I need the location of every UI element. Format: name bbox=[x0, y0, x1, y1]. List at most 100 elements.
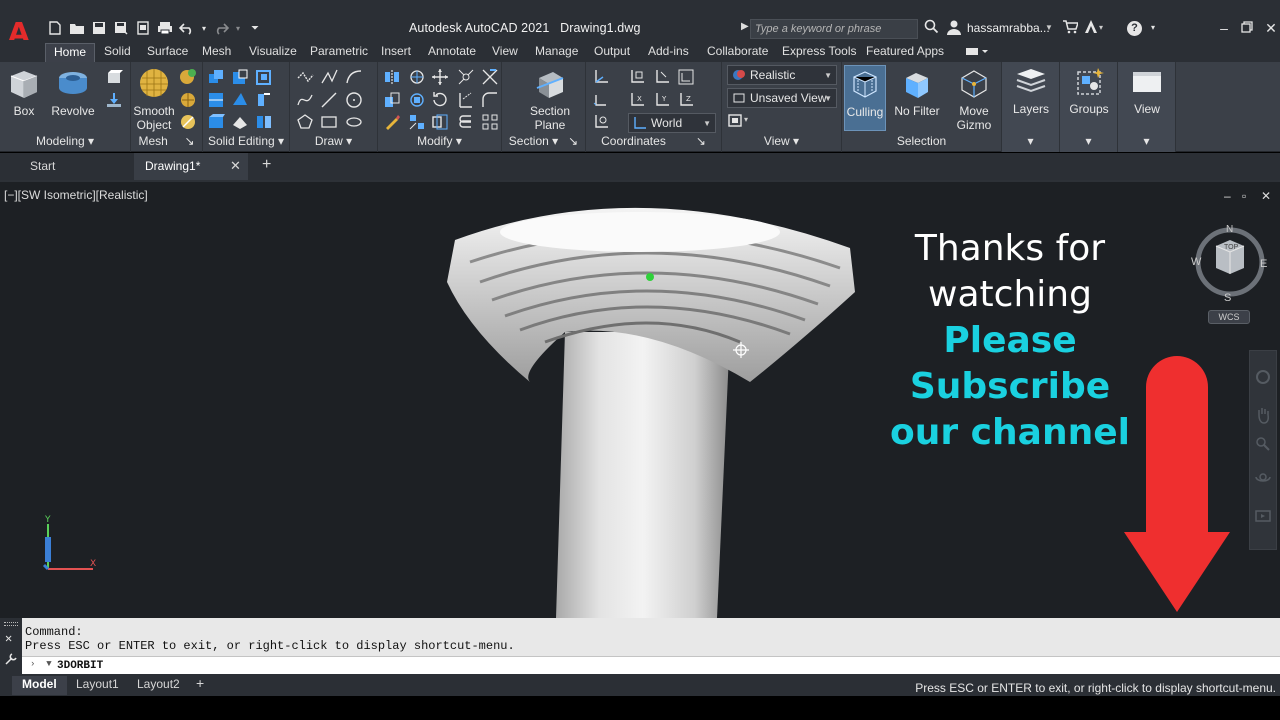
slice-icon[interactable] bbox=[255, 68, 273, 86]
culling-button[interactable]: Culling bbox=[844, 65, 886, 131]
view-dropdown-icon[interactable]: ▾ bbox=[1118, 134, 1175, 150]
help-icon[interactable]: ? bbox=[1127, 21, 1142, 36]
user-name[interactable]: hassamrabba... bbox=[967, 21, 1050, 35]
pan-icon[interactable] bbox=[1255, 406, 1271, 427]
viewcube-top-label[interactable]: TOP bbox=[1224, 244, 1238, 251]
box-button[interactable]: Box bbox=[4, 68, 44, 118]
undo-icon[interactable] bbox=[178, 19, 196, 37]
viewport-maximize-icon[interactable]: ▫ bbox=[1242, 189, 1246, 203]
layers-dropdown-icon[interactable]: ▾ bbox=[1002, 134, 1059, 150]
group-label-draw[interactable]: Draw ▾ bbox=[290, 134, 377, 150]
viewcube-east-label[interactable]: E bbox=[1260, 258, 1267, 270]
viewport-config-icon[interactable] bbox=[727, 112, 745, 130]
copy-icon[interactable] bbox=[383, 91, 401, 109]
trim-icon[interactable] bbox=[457, 91, 475, 109]
groups-button[interactable]: Groups bbox=[1066, 66, 1112, 116]
tab-annotate[interactable]: Annotate bbox=[428, 43, 476, 62]
ucs-world-select[interactable]: World ▼ bbox=[628, 113, 716, 133]
tab-mesh[interactable]: Mesh bbox=[202, 43, 231, 62]
command-close-icon[interactable]: ✕ bbox=[5, 631, 12, 646]
rectangle-icon[interactable] bbox=[320, 113, 338, 131]
ucs-world-icon[interactable] bbox=[592, 91, 610, 109]
orbit-icon[interactable] bbox=[1255, 469, 1271, 488]
offset-icon[interactable] bbox=[457, 113, 475, 131]
circle-icon[interactable] bbox=[345, 91, 363, 109]
open-web-icon[interactable] bbox=[134, 19, 152, 37]
tab-visualize[interactable]: Visualize bbox=[249, 43, 297, 62]
union-icon[interactable] bbox=[207, 68, 225, 86]
recent-commands-icon[interactable]: › ▼ bbox=[30, 659, 52, 669]
viewport-minimize-icon[interactable]: – bbox=[1224, 189, 1231, 203]
subtract-icon[interactable] bbox=[231, 68, 249, 86]
array-icon[interactable] bbox=[408, 113, 426, 131]
autodesk-account-icon[interactable]: ▾ bbox=[1084, 19, 1106, 37]
tab-add-ins[interactable]: Add-ins bbox=[648, 43, 689, 62]
tab-collaborate[interactable]: Collaborate bbox=[707, 43, 768, 62]
ucs-y-icon[interactable]: Y bbox=[653, 91, 671, 109]
tab-home[interactable]: Home bbox=[45, 43, 96, 62]
minimize-icon[interactable]: – bbox=[1216, 20, 1232, 36]
command-input[interactable]: › ▼ 3DORBIT bbox=[22, 656, 1280, 674]
view-button[interactable]: View bbox=[1124, 66, 1170, 116]
separate-icon[interactable] bbox=[255, 113, 273, 131]
ucs-icon[interactable] bbox=[592, 68, 610, 86]
viewcube-north-label[interactable]: N bbox=[1226, 224, 1233, 235]
close-icon[interactable]: ✕ bbox=[1263, 20, 1279, 36]
group-label-mesh[interactable]: Mesh ↘ bbox=[131, 134, 202, 150]
section-plane-button[interactable]: Section Plane bbox=[526, 68, 574, 132]
3d-rotate-icon[interactable] bbox=[408, 68, 426, 86]
extrude-icon[interactable] bbox=[105, 68, 123, 86]
group-label-modify[interactable]: Modify ▾ bbox=[378, 134, 501, 150]
tab-featured-apps[interactable]: Featured Apps bbox=[866, 43, 944, 62]
mirror-icon[interactable] bbox=[383, 68, 401, 86]
extract-edges-icon[interactable] bbox=[255, 91, 273, 109]
rotate-icon[interactable] bbox=[408, 91, 426, 109]
open-folder-icon[interactable] bbox=[68, 19, 86, 37]
viewport-label[interactable]: [−][SW Isometric][Realistic] bbox=[4, 188, 148, 202]
tab-start[interactable]: Start bbox=[30, 159, 55, 173]
undo-dropdown-icon[interactable]: ▾ bbox=[200, 19, 208, 37]
viewcube-west-label[interactable]: W bbox=[1191, 256, 1201, 268]
polyline-icon[interactable] bbox=[296, 68, 314, 86]
revolve-button[interactable]: Revolve bbox=[50, 68, 96, 118]
tab-output[interactable]: Output bbox=[594, 43, 630, 62]
erase-icon[interactable] bbox=[383, 113, 401, 131]
ucs-view-icon[interactable] bbox=[677, 68, 695, 86]
interfere-icon[interactable] bbox=[231, 91, 249, 109]
tab-layout1[interactable]: Layout1 bbox=[76, 677, 119, 691]
ucs-z-icon[interactable]: Z bbox=[677, 91, 695, 109]
group-label-view[interactable]: View ▾ bbox=[722, 134, 841, 150]
tab-insert[interactable]: Insert bbox=[381, 43, 411, 62]
ucs-origin-icon[interactable] bbox=[628, 68, 646, 86]
group-label-section[interactable]: Section ▾ ↘ bbox=[502, 134, 585, 150]
fillet-edge-icon[interactable] bbox=[207, 113, 225, 131]
tab-model[interactable]: Model bbox=[12, 676, 67, 695]
3d-align-icon[interactable] bbox=[481, 68, 499, 86]
rotate-arrow-icon[interactable] bbox=[431, 91, 449, 109]
move-gizmo-button[interactable]: Move Gizmo bbox=[950, 68, 998, 132]
search-expand-icon[interactable]: ▶ bbox=[741, 21, 749, 32]
named-view-select[interactable]: Unsaved View ▼ bbox=[727, 88, 837, 108]
group-label-modeling[interactable]: Modeling ▾ bbox=[0, 134, 130, 150]
mesh-refine-icon[interactable] bbox=[179, 113, 197, 131]
close-tab-icon[interactable]: ✕ bbox=[230, 158, 241, 174]
shell-icon[interactable] bbox=[231, 113, 249, 131]
tab-layout2[interactable]: Layout2 bbox=[137, 677, 180, 691]
user-icon[interactable] bbox=[946, 19, 962, 35]
intersect-icon[interactable] bbox=[207, 91, 225, 109]
new-tab-icon[interactable]: + bbox=[262, 156, 271, 174]
cart-icon[interactable] bbox=[1062, 19, 1080, 37]
rectangular-array-icon[interactable] bbox=[481, 113, 499, 131]
drawing-viewport[interactable]: Y X [−][SW Isometric][Realistic] – ▫ ✕ T… bbox=[0, 180, 1280, 618]
smooth-object-button[interactable]: Smooth Object bbox=[131, 68, 177, 132]
3d-move-icon[interactable] bbox=[457, 68, 475, 86]
stretch-icon[interactable] bbox=[431, 113, 449, 131]
viewport-config-dropdown-icon[interactable]: ▾ bbox=[744, 115, 752, 133]
redo-icon[interactable] bbox=[212, 19, 230, 37]
user-menu-chevron-icon[interactable]: ▼ bbox=[1045, 23, 1053, 32]
fillet-icon[interactable] bbox=[481, 91, 499, 109]
save-icon[interactable] bbox=[90, 19, 108, 37]
viewcube[interactable]: TOP N S E W WCS bbox=[1190, 224, 1270, 326]
plot-icon[interactable] bbox=[156, 19, 174, 37]
command-customize-icon[interactable] bbox=[4, 652, 18, 670]
